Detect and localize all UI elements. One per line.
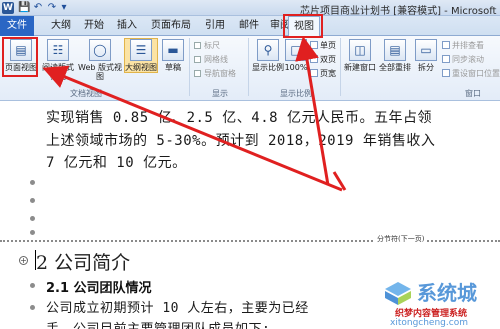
divider	[248, 38, 249, 96]
highlight-print-layout	[2, 37, 38, 77]
window-group-label: 窗口	[465, 89, 481, 98]
section-break-label: 分节符(下一页)	[375, 234, 427, 244]
two-pages-label: 双页	[320, 55, 336, 64]
document-line: 上述领域市场的 5-30%。预计到 2018，2019 年销售收入	[46, 133, 436, 149]
title-bar: W 💾 ↶ ↷ ▾ 芯片项目商业计划书 [兼容模式] - Microsoft W…	[0, 0, 500, 17]
split-icon: ▭	[415, 39, 437, 61]
web-layout-button[interactable]: ◯ Web 版式视图	[78, 39, 122, 81]
globe-icon: ◯	[89, 39, 111, 61]
empty-paragraph-bullet	[30, 216, 35, 221]
reading-layout-label: 阅读版式视图	[42, 63, 74, 81]
draft-button[interactable]: ▬ 草稿	[160, 39, 186, 72]
gridlines-checkbox[interactable]: 网格线	[194, 54, 228, 65]
reset-window-button[interactable]: 重设窗口位置	[442, 68, 500, 79]
ribbon-view: ▤ 页面视图 ☷ 阅读版式视图 ◯ Web 版式视图 ☰ 大纲视图 ▬ 草稿 文…	[0, 36, 500, 101]
draft-icon: ▬	[162, 39, 184, 61]
divider	[189, 38, 190, 96]
undo-icon[interactable]: ↶	[32, 2, 44, 14]
window-title: 芯片项目商业计划书 [兼容模式] - Microsoft Word	[300, 6, 500, 17]
page-width-label: 页宽	[320, 69, 336, 78]
arrange-icon: ▤	[384, 39, 406, 61]
document-line: 7 亿元和 10 亿元。	[46, 155, 187, 171]
reading-layout-button[interactable]: ☷ 阅读版式视图	[40, 39, 76, 81]
redo-icon[interactable]: ↷	[46, 2, 58, 14]
tab-mailings[interactable]: 邮件	[232, 16, 266, 36]
split-label: 拆分	[418, 63, 434, 72]
document-line: 实现销售 0.85 亿、2.5 亿、4.8 亿元人民币。五年占领	[46, 110, 433, 126]
draft-label: 草稿	[165, 63, 181, 72]
tab-home[interactable]: 开始	[78, 16, 110, 36]
book-icon: ☷	[47, 39, 69, 61]
new-window-label: 新建窗口	[344, 63, 376, 72]
side-by-side-label: 并排查看	[452, 41, 484, 50]
tab-insert[interactable]: 插入	[110, 16, 144, 36]
show-group-label: 显示	[212, 89, 228, 98]
zoom-100-button[interactable]: □ 100%	[284, 39, 308, 72]
sync-scroll-button[interactable]: 同步滚动	[442, 54, 484, 65]
empty-paragraph-bullet	[30, 230, 35, 235]
empty-paragraph-bullet	[30, 198, 35, 203]
chevron-down-icon[interactable]: ▾	[58, 2, 70, 14]
ruler-label: 标尺	[204, 41, 220, 50]
divider	[340, 38, 341, 96]
expand-icon[interactable]: +	[19, 256, 28, 265]
tab-file[interactable]: 文件	[0, 16, 34, 36]
magnifier-icon: ⚲	[257, 39, 279, 61]
outline-view-button[interactable]: ☰ 大纲视图	[124, 38, 158, 73]
navigation-pane-label: 导航窗格	[204, 69, 236, 78]
watermark-url: xitongcheng.com	[390, 318, 468, 328]
subheading-team[interactable]: 2.1 公司团队情况	[46, 277, 152, 296]
new-window-icon: ◫	[349, 39, 371, 61]
zoom-100-label: 100%	[284, 63, 308, 72]
highlight-view-tab	[283, 14, 323, 38]
empty-paragraph-bullet	[30, 180, 35, 185]
heading-company-intro[interactable]: 2 公司简介	[36, 248, 130, 275]
sync-scroll-label: 同步滚动	[452, 55, 484, 64]
zoom-100-icon: □	[285, 39, 307, 61]
ribbon-tabs: 文件 大纲 开始 插入 页面布局 引用 邮件 审阅 视图	[0, 16, 500, 37]
gridlines-label: 网格线	[204, 55, 228, 64]
watermark-text: 系统城	[417, 281, 477, 305]
body-line: 手。公司目前主要管理团队成员如下:	[46, 318, 270, 329]
reset-window-label: 重设窗口位置	[452, 69, 500, 78]
outline-bullet[interactable]	[30, 283, 35, 288]
tab-page-layout[interactable]: 页面布局	[144, 16, 198, 36]
navigation-pane-checkbox[interactable]: 导航窗格	[194, 68, 236, 79]
two-pages-button[interactable]: 双页	[310, 54, 336, 65]
ruler-checkbox[interactable]: 标尺	[194, 40, 220, 51]
views-group-label: 文档视图	[70, 89, 102, 98]
page-width-button[interactable]: 页宽	[310, 68, 336, 79]
arrange-all-button[interactable]: ▤ 全部重排	[378, 39, 412, 72]
web-layout-label: Web 版式视图	[78, 63, 122, 81]
body-line: 公司成立初期预计 10 人左右，主要为已经	[46, 301, 309, 316]
save-icon[interactable]: 💾	[18, 2, 30, 14]
tab-references[interactable]: 引用	[198, 16, 232, 36]
zoom-group-label: 显示比例	[280, 89, 312, 98]
zoom-label: 显示比例	[252, 63, 284, 72]
zoom-button[interactable]: ⚲ 显示比例	[252, 39, 284, 72]
side-by-side-button[interactable]: 并排查看	[442, 40, 484, 51]
watermark-logo-icon	[385, 282, 411, 305]
outline-bullet[interactable]	[30, 305, 35, 310]
outline-icon: ☰	[130, 39, 152, 61]
new-window-button[interactable]: ◫ 新建窗口	[343, 39, 377, 72]
one-page-label: 单页	[320, 41, 336, 50]
word-logo-icon[interactable]: W	[2, 2, 14, 14]
one-page-button[interactable]: 单页	[310, 40, 336, 51]
outline-view-label: 大纲视图	[125, 63, 157, 72]
split-button[interactable]: ▭ 拆分	[414, 39, 438, 72]
arrange-all-label: 全部重排	[379, 63, 411, 72]
tab-outline[interactable]: 大纲	[44, 16, 78, 36]
